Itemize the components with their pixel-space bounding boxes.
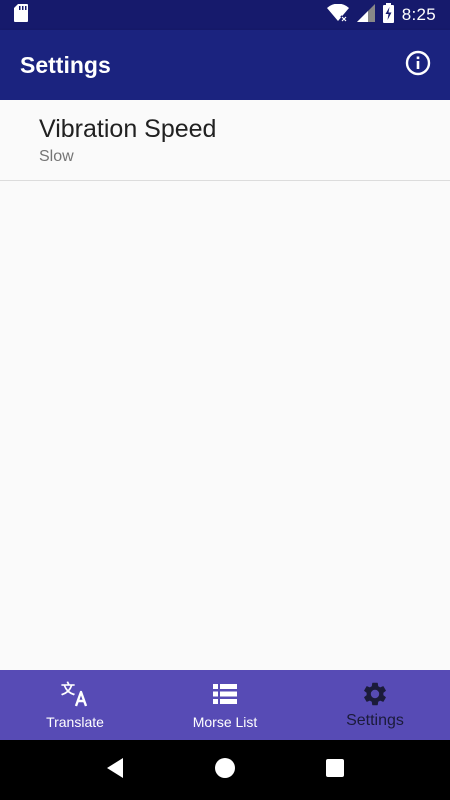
sd-card-icon bbox=[14, 3, 28, 27]
list-icon bbox=[211, 680, 239, 708]
recents-button[interactable] bbox=[315, 750, 355, 790]
nav-label: Settings bbox=[346, 712, 404, 729]
battery-charging-icon bbox=[382, 2, 394, 28]
pref-title: Vibration Speed bbox=[39, 115, 217, 143]
screen: 8:25 Settings Vibration Speed Slow 文 Tra… bbox=[0, 0, 450, 800]
home-button[interactable] bbox=[205, 750, 245, 790]
back-icon bbox=[105, 757, 125, 784]
nav-label: Translate bbox=[46, 714, 104, 730]
gear-icon bbox=[361, 680, 389, 708]
svg-text:文: 文 bbox=[61, 681, 76, 698]
home-icon bbox=[214, 757, 236, 784]
nav-item-morse-list[interactable]: Morse List bbox=[150, 670, 300, 740]
info-button[interactable] bbox=[402, 49, 434, 81]
pref-summary: Slow bbox=[39, 148, 74, 165]
nav-label: Morse List bbox=[192, 714, 258, 730]
info-icon bbox=[405, 50, 431, 81]
translate-icon: 文 bbox=[61, 680, 89, 708]
pref-vibration-speed[interactable]: Vibration Speed Slow bbox=[0, 100, 450, 181]
status-right: 8:25 bbox=[326, 2, 436, 28]
settings-list: Vibration Speed Slow bbox=[0, 100, 450, 670]
page-title: Settings bbox=[20, 51, 111, 78]
back-button[interactable] bbox=[95, 750, 135, 790]
recents-icon bbox=[325, 758, 345, 783]
wifi-icon bbox=[326, 3, 349, 27]
status-bar: 8:25 bbox=[0, 0, 450, 30]
nav-item-settings[interactable]: Settings bbox=[300, 670, 450, 740]
nav-item-translate[interactable]: 文 Translate bbox=[0, 670, 150, 740]
system-navigation-bar bbox=[0, 740, 450, 800]
bottom-navigation: 文 Translate Morse List Settings bbox=[0, 670, 450, 740]
signal-icon bbox=[356, 3, 375, 27]
status-time: 8:25 bbox=[401, 5, 436, 24]
status-left bbox=[14, 3, 28, 27]
app-bar: Settings bbox=[0, 30, 450, 100]
